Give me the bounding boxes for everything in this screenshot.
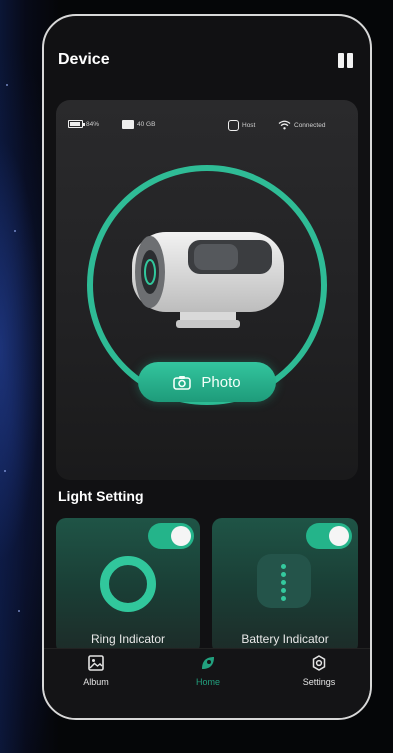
ring-indicator-card[interactable]: Ring Indicator (56, 518, 200, 654)
battery-indicator-toggle[interactable] (306, 523, 352, 549)
host-label: Host (242, 122, 256, 129)
pause-icon[interactable] (338, 53, 354, 68)
ring-indicator-icon (100, 556, 156, 612)
phone-frame: Device 84% 40 GB Host Connected Photo Li… (42, 14, 372, 720)
camera-image (132, 232, 284, 328)
battery-status: 84% (68, 120, 99, 128)
device-screen: Device 84% 40 GB Host Connected Photo Li… (44, 16, 370, 718)
battery-indicator-card[interactable]: Battery Indicator (212, 518, 358, 654)
star-decoration (6, 84, 8, 86)
settings-icon (312, 655, 326, 671)
photo-button[interactable]: Photo (138, 362, 276, 402)
device-preview-card: 84% 40 GB Host Connected Photo (56, 100, 358, 480)
tab-settings[interactable]: Settings (284, 655, 354, 699)
light-setting-title: Light Setting (58, 488, 144, 504)
tab-album-label: Album (83, 677, 109, 687)
home-icon (202, 657, 214, 669)
status-bar: 84% 40 GB Host Connected (68, 120, 348, 134)
tab-home[interactable]: Home (173, 655, 243, 699)
page-title: Device (58, 51, 110, 68)
album-icon (88, 655, 104, 671)
star-decoration (14, 230, 16, 232)
host-status: Host (228, 120, 255, 131)
bottom-tab-bar: Album Home Settings (44, 648, 370, 718)
battery-indicator-icon (257, 554, 311, 608)
storage-value: 40 GB (137, 121, 156, 128)
ring-indicator-label: Ring Indicator (90, 632, 166, 646)
star-decoration (4, 470, 6, 472)
photo-button-label: Photo (201, 373, 241, 391)
wifi-icon (278, 120, 291, 130)
storage-status: 40 GB (122, 120, 155, 129)
tab-settings-label: Settings (302, 677, 336, 687)
tab-home-label: Home (195, 677, 220, 687)
host-icon (228, 120, 239, 131)
connection-status: Connected (278, 120, 325, 130)
battery-value: 84% (86, 120, 100, 128)
battery-indicator-label: Battery Indicator (241, 632, 329, 646)
tab-album[interactable]: Album (61, 655, 131, 699)
camera-icon (173, 375, 192, 390)
battery-icon (68, 120, 85, 128)
connection-label: Connected (294, 121, 326, 129)
ring-indicator-toggle[interactable] (148, 523, 194, 549)
sd-card-icon (122, 120, 134, 129)
star-decoration (18, 610, 20, 612)
